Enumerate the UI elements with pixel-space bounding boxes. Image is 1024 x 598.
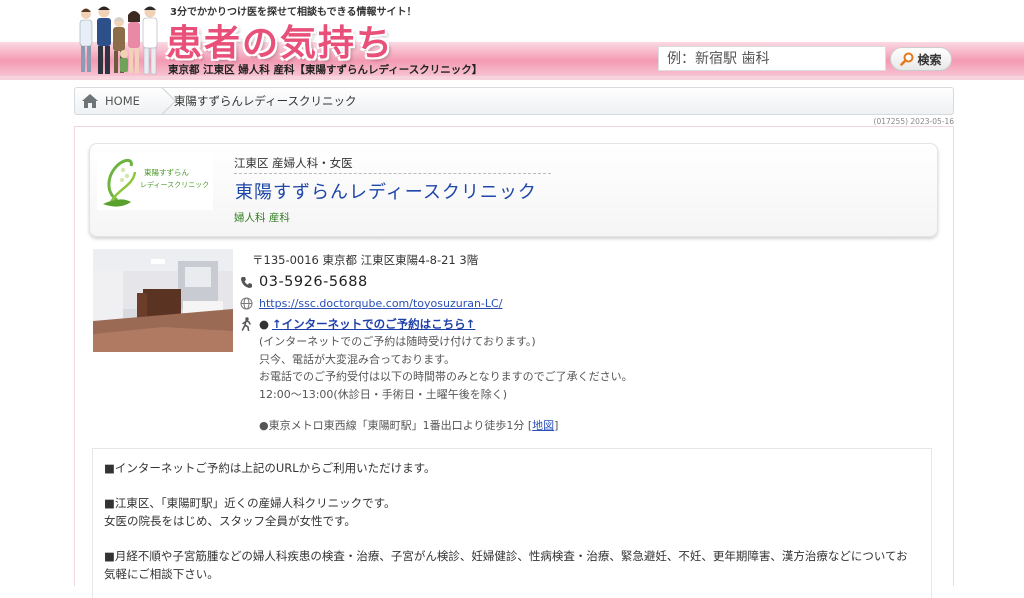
breadcrumb-home-label: HOME	[105, 94, 140, 108]
page-location-heading: 東京都 江東区 婦人科 産科【東陽すずらんレディースクリニック】	[168, 64, 483, 76]
note-line: 只今、電話が大変混み合っております。	[259, 352, 456, 366]
svg-text:レディースクリニック: レディースクリニック	[140, 180, 209, 189]
site-logo-title[interactable]: 患者の気持ち	[166, 14, 394, 66]
people-illustration	[79, 6, 158, 75]
site-header: 3分でかかりつけ医を探せて相談もできる情報サイト！ 患者の気持ち 東京都 江東区…	[0, 0, 1024, 80]
description-paragraph: ■インターネットご予約は上記のURLからご利用いただけます。	[104, 461, 436, 475]
clinic-address: 〒135-0016 東京都 江東区東陽4-8-21 3階	[252, 253, 479, 267]
note-line: (インターネットでのご予約は随時受け付けております。)	[259, 335, 536, 348]
online-reservation-link[interactable]: ↑インターネットでのご予約はこちら↑	[272, 316, 475, 332]
clinic-interior-photo	[93, 249, 233, 352]
search-button[interactable]: 検索	[890, 47, 952, 71]
breadcrumb-current: 東陽すずらんレディースクリニック	[173, 94, 357, 108]
breadcrumb-home[interactable]: HOME	[75, 88, 158, 114]
home-icon	[82, 94, 98, 108]
description-paragraph: 気軽にご相談下さい。	[104, 567, 219, 581]
clinic-header-card: 東陽すずらん レディースクリニック 江東区 産婦人科・女医 東陽すずらんレディー…	[89, 143, 938, 237]
clinic-website-link[interactable]: https://ssc.doctorqube.com/toyosuzuran-L…	[259, 297, 502, 310]
clinic-info: 〒135-0016 東京都 江東区東陽4-8-21 3階 03-5926-568…	[239, 249, 889, 433]
svg-text:東陽すずらん: 東陽すずらん	[144, 167, 189, 177]
phone-icon	[239, 275, 253, 289]
header-band-edge	[0, 76, 1024, 80]
clinic-phone[interactable]: 03-5926-5688	[259, 274, 368, 290]
access-info: ●東京メトロ東西線「東陽町駅」1番出口より徒歩1分 [地図]	[259, 417, 889, 433]
description-paragraph: 女医の院長をはじめ、スタッフ全員が女性です。	[104, 514, 356, 528]
clinic-logo: 東陽すずらん レディースクリニック	[97, 152, 213, 210]
map-bracket-close: ]	[554, 419, 559, 432]
globe-icon	[239, 296, 253, 310]
clinic-district-category: 江東区 産婦人科・女医	[234, 155, 551, 174]
breadcrumb: HOME 東陽すずらんレディースクリニック	[74, 87, 954, 115]
note-line: 12:00～13:00(休診日・手術日・土曜午後を除く)	[259, 387, 507, 401]
search-input[interactable]: 例：新宿駅 歯科	[658, 46, 886, 71]
description-paragraph: ■月経不順や子宮筋腫などの婦人科疾患の検査・治療、子宮がん検診、妊婦健診、性病検…	[104, 549, 908, 563]
note-line: お電話でのご予約受付は以下の時間帯のみとなりますのでご了承ください。	[259, 370, 633, 383]
map-link[interactable]: 地図	[532, 419, 554, 432]
description-paragraph: ■江東区、「東陽町駅」近くの産婦人科クリニックです。	[104, 496, 396, 510]
walking-person-icon	[239, 317, 253, 331]
magnifier-icon	[900, 52, 914, 66]
clinic-content: 東陽すずらん レディースクリニック 江東区 産婦人科・女医 東陽すずらんレディー…	[74, 126, 954, 598]
clinic-name: 東陽すずらんレディースクリニック	[235, 182, 537, 203]
access-text: ●東京メトロ東西線「東陽町駅」1番出口より徒歩1分	[259, 419, 525, 432]
breadcrumb-separator	[158, 88, 170, 114]
reservation-notes: (インターネットでのご予約は随時受け付けております。) 只今、電話が大変混み合っ…	[259, 333, 889, 403]
bullet-dot: ●	[259, 317, 270, 331]
record-id-date: (017255) 2023-05-16	[873, 117, 954, 126]
search-button-label: 検索	[917, 52, 942, 67]
clinic-specialties: 婦人科 産科	[234, 212, 290, 224]
